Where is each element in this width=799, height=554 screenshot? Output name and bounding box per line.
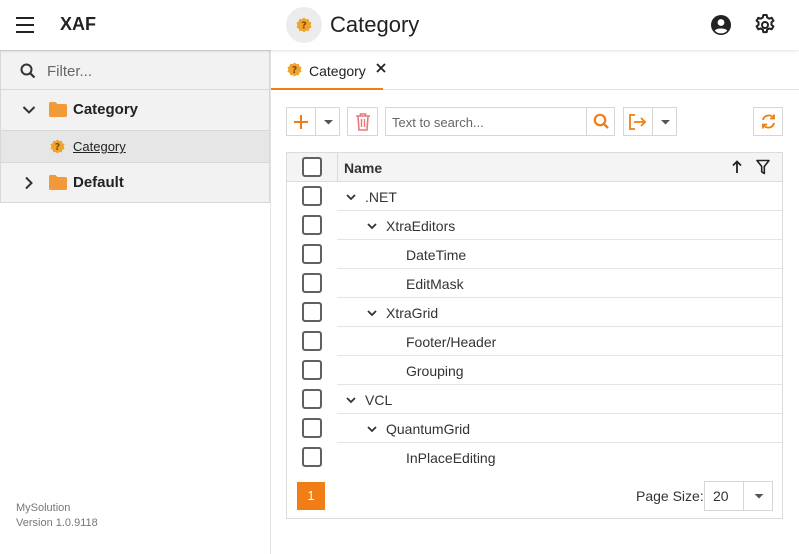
export-icon xyxy=(628,113,648,131)
row-name: VCL xyxy=(365,392,393,408)
row-name: XtraEditors xyxy=(386,218,456,234)
search-input[interactable] xyxy=(392,113,582,131)
search-button[interactable] xyxy=(586,108,615,135)
solution-name: MySolution xyxy=(16,502,71,514)
column-header-name[interactable]: Name xyxy=(344,160,382,176)
question-badge-icon: ? xyxy=(296,17,312,33)
row-checkbox[interactable] xyxy=(302,360,322,380)
page-size-value: 20 xyxy=(713,488,729,504)
table-row[interactable]: InPlaceEditing xyxy=(287,443,782,472)
row-checkbox[interactable] xyxy=(302,389,322,409)
tab-bar: ? Category xyxy=(271,50,799,90)
grid-header: Name xyxy=(287,153,782,182)
view-avatar: ? xyxy=(286,7,322,43)
arrow-up-icon[interactable] xyxy=(731,160,743,174)
row-checkbox[interactable] xyxy=(302,302,322,322)
table-row[interactable]: .NET xyxy=(287,182,782,211)
chevron-down-icon[interactable] xyxy=(366,307,378,319)
refresh-button[interactable] xyxy=(753,107,783,136)
app-title: XAF xyxy=(60,14,96,34)
table-row[interactable]: XtraGrid xyxy=(287,298,782,327)
table-row[interactable]: QuantumGrid xyxy=(287,414,782,443)
row-checkbox[interactable] xyxy=(302,331,322,351)
row-name: DateTime xyxy=(406,247,467,263)
chevron-down-icon[interactable] xyxy=(366,220,378,232)
row-checkbox[interactable] xyxy=(302,273,322,293)
new-button[interactable] xyxy=(286,107,340,136)
nav-filter-input[interactable] xyxy=(47,60,257,82)
refresh-icon xyxy=(760,113,777,130)
row-checkbox[interactable] xyxy=(302,418,322,438)
export-dropdown-arrow[interactable] xyxy=(652,108,677,135)
row-checkbox[interactable] xyxy=(302,447,322,467)
plus-icon xyxy=(293,114,309,130)
chevron-right-icon[interactable] xyxy=(22,176,36,190)
chevron-down-icon[interactable] xyxy=(345,191,357,203)
chevron-down-icon[interactable] xyxy=(345,394,357,406)
row-checkbox[interactable] xyxy=(302,186,322,206)
table-row[interactable]: DateTime xyxy=(287,240,782,269)
version-text: Version 1.0.9118 xyxy=(16,517,98,529)
nav-group-default[interactable]: Default xyxy=(0,162,270,203)
row-name: InPlaceEditing xyxy=(406,450,496,466)
trash-icon xyxy=(355,113,371,131)
question-badge-icon: ? xyxy=(287,62,302,77)
funnel-icon[interactable] xyxy=(756,159,770,175)
hamburger-icon[interactable] xyxy=(14,14,38,36)
svg-text:?: ? xyxy=(292,65,297,76)
pager: 1 Page Size: 20 xyxy=(287,474,782,518)
row-name: EditMask xyxy=(406,276,464,292)
chevron-down-icon[interactable] xyxy=(22,103,36,117)
delete-button[interactable] xyxy=(347,107,378,136)
table-row[interactable]: EditMask xyxy=(287,269,782,298)
column-divider xyxy=(337,153,338,182)
select-all-checkbox[interactable] xyxy=(302,157,322,177)
row-name: Grouping xyxy=(406,363,464,379)
question-badge-icon: ? xyxy=(50,139,65,154)
svg-text:?: ? xyxy=(55,142,60,153)
nav-group-category[interactable]: Category xyxy=(0,90,270,131)
table-row[interactable]: XtraEditors xyxy=(287,211,782,240)
folder-icon xyxy=(49,175,67,190)
folder-icon xyxy=(49,102,67,117)
app-header: XAF ? Category xyxy=(0,0,799,50)
new-dropdown-arrow[interactable] xyxy=(315,108,340,135)
nav-filter xyxy=(0,50,270,90)
close-icon[interactable] xyxy=(375,62,387,74)
account-circle-icon[interactable] xyxy=(709,13,733,37)
search-icon xyxy=(20,63,36,79)
gear-icon[interactable] xyxy=(753,13,777,37)
search-box xyxy=(385,107,615,136)
svg-text:?: ? xyxy=(301,21,307,32)
page-title: Category xyxy=(330,12,420,37)
tree-list-grid: Name .NET XtraEditors DateTime EditMask Xtra… xyxy=(286,152,783,519)
row-name: QuantumGrid xyxy=(386,421,471,437)
table-row[interactable]: VCL xyxy=(287,385,782,414)
row-name: .NET xyxy=(365,189,397,205)
page-button-1[interactable]: 1 xyxy=(297,482,325,510)
nav-group-label: Default xyxy=(73,174,124,191)
table-row[interactable]: Grouping xyxy=(287,356,782,385)
nav-item-label: Category xyxy=(73,139,126,154)
row-name: Footer/Header xyxy=(406,334,497,350)
version-info: MySolution Version 1.0.9118 xyxy=(16,501,98,531)
row-checkbox[interactable] xyxy=(302,244,322,264)
tab-category[interactable]: ? Category xyxy=(271,50,386,90)
nav-item-category[interactable]: ? Category xyxy=(0,131,270,162)
chevron-down-icon[interactable] xyxy=(743,482,773,510)
chevron-down-icon[interactable] xyxy=(366,423,378,435)
navigation-panel: Category ? Category Default MySolution V… xyxy=(0,50,271,554)
row-name: XtraGrid xyxy=(386,305,439,321)
row-checkbox[interactable] xyxy=(302,215,322,235)
tab-label: Category xyxy=(309,63,366,79)
export-button[interactable] xyxy=(623,107,677,136)
nav-group-label: Category xyxy=(73,101,139,118)
page-size-label: Page Size: xyxy=(636,488,704,504)
page-size-select[interactable]: 20 xyxy=(704,481,773,511)
table-row[interactable]: Footer/Header xyxy=(287,327,782,356)
